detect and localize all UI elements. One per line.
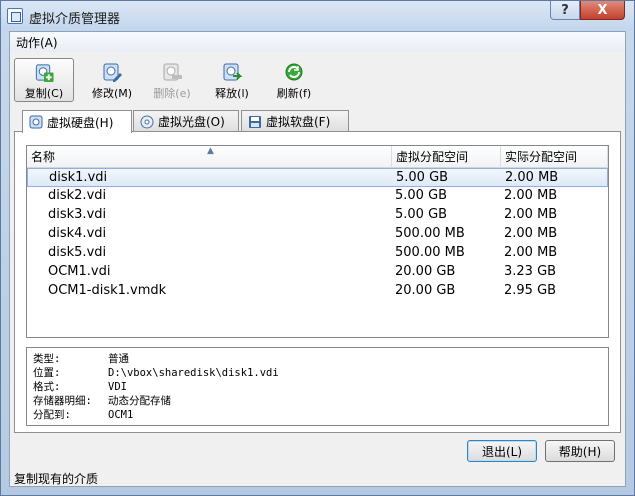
tab-floppy-disks[interactable]: 虚拟软盘(F) <box>241 110 349 132</box>
cell-virtual-size: 20.00 GB <box>395 264 456 279</box>
detail-attached-value: OCM1 <box>108 409 134 421</box>
table-row[interactable]: OCM1.vdi 20.00 GB 3.23 GB <box>27 263 608 282</box>
cell-actual-size: 3.23 GB <box>504 264 557 279</box>
modify-label: 修改(M) <box>91 87 133 100</box>
cell-virtual-size: 500.00 MB <box>395 245 465 260</box>
modify-button[interactable]: 修改(M) <box>84 58 140 102</box>
cell-virtual-size: 500.00 MB <box>395 226 465 241</box>
detail-attached-label: 分配到: <box>33 409 71 421</box>
table-row[interactable]: disk3.vdi 5.00 GB 2.00 MB <box>27 206 608 225</box>
cell-actual-size: 2.00 MB <box>504 226 558 241</box>
detail-type-label: 类型: <box>33 353 61 365</box>
release-label: 释放(l) <box>215 87 249 100</box>
release-button[interactable]: 释放(l) <box>204 58 260 102</box>
cell-name: OCM1.vdi <box>48 264 111 279</box>
cell-actual-size: 2.00 MB <box>504 245 558 260</box>
tab-floppy-disks-label: 虚拟软盘(F) <box>266 115 331 129</box>
tab-hard-disks-label: 虚拟硬盘(H) <box>47 115 114 130</box>
status-bar-text: 复制现有的介质 <box>14 472 99 486</box>
detail-format-value: VDI <box>108 381 127 393</box>
cell-actual-size: 2.00 MB <box>504 207 558 222</box>
copy-button[interactable]: 复制(C) <box>14 58 74 102</box>
details-panel: 类型: 普通 位置: D:\vbox\sharedisk\disk1.vdi 格… <box>26 347 609 426</box>
media-list[interactable]: 名称 ▲ 虚拟分配空间 实际分配空间 disk1.vdi 5.00 GB 2.00 … <box>26 145 609 338</box>
copy-disk-icon <box>35 64 54 83</box>
tab-panel: 名称 ▲ 虚拟分配空间 实际分配空间 disk1.vdi 5.00 GB 2.00 … <box>14 131 621 433</box>
toolbar: 复制(C) 修改(M) 删除(e) 释放(l) 刷新(f) <box>14 58 614 104</box>
table-row[interactable]: OCM1-disk1.vmdk 20.00 GB 2.95 GB <box>27 282 608 301</box>
tab-strip: 虚拟硬盘(H) 虚拟光盘(O) 虚拟软盘(F) <box>22 110 622 133</box>
column-header-virtual-size[interactable]: 虚拟分配空间 <box>392 146 501 168</box>
client-area: 动作(A) 复制(C) 修改(M) 删除(e) 释放(l) 刷新(f) 虚拟硬盘… <box>9 31 626 487</box>
cell-actual-size: 2.00 MB <box>504 188 558 203</box>
sort-ascending-icon: ▲ <box>207 146 214 156</box>
table-row[interactable]: disk4.vdi 500.00 MB 2.00 MB <box>27 225 608 244</box>
cell-virtual-size: 5.00 GB <box>395 188 448 203</box>
column-name-label: 名称 <box>31 150 56 164</box>
cell-actual-size: 2.95 GB <box>504 283 557 298</box>
cell-actual-size: 2.00 MB <box>505 170 559 185</box>
app-icon <box>7 8 23 24</box>
modify-disk-icon <box>103 63 122 82</box>
floppy-disk-icon <box>249 115 261 128</box>
remove-label: 删除(e) <box>153 87 191 100</box>
tab-hard-disks[interactable]: 虚拟硬盘(H) <box>22 110 132 133</box>
detail-storage-value: 动态分配存储 <box>108 395 171 407</box>
exit-button[interactable]: 退出(L) <box>467 440 537 462</box>
close-button[interactable]: X <box>580 1 625 20</box>
column-header-name[interactable]: 名称 ▲ <box>27 146 392 168</box>
cell-name: disk5.vdi <box>48 245 107 260</box>
title-bar[interactable]: 虚拟介质管理器 ? X <box>1 1 634 31</box>
hard-disk-icon <box>29 115 43 129</box>
copy-label: 复制(C) <box>24 87 64 100</box>
release-disk-icon <box>223 63 243 81</box>
table-row[interactable]: disk2.vdi 5.00 GB 2.00 MB <box>27 187 608 206</box>
optical-disk-icon <box>140 115 154 128</box>
tab-optical-disks[interactable]: 虚拟光盘(O) <box>133 110 239 132</box>
table-row[interactable]: disk1.vdi 5.00 GB 2.00 MB <box>27 168 608 187</box>
detail-storage-label: 存储器明细: <box>33 395 92 407</box>
list-header: 名称 ▲ 虚拟分配空间 实际分配空间 <box>27 146 608 168</box>
column-header-actual-size[interactable]: 实际分配空间 <box>501 146 608 168</box>
detail-format-label: 格式: <box>33 381 61 393</box>
cell-name: disk1.vdi <box>49 170 108 185</box>
menu-actions[interactable]: 动作(A) <box>16 34 58 51</box>
remove-disk-icon <box>163 63 182 81</box>
table-row[interactable]: disk5.vdi 500.00 MB 2.00 MB <box>27 244 608 263</box>
cell-name: OCM1-disk1.vmdk <box>48 283 167 298</box>
remove-button[interactable]: 删除(e) <box>142 58 202 102</box>
cell-name: disk4.vdi <box>48 226 107 241</box>
refresh-button[interactable]: 刷新(f) <box>266 58 322 102</box>
cell-virtual-size: 5.00 GB <box>395 207 448 222</box>
cell-virtual-size: 5.00 GB <box>396 170 449 185</box>
help-button[interactable]: 帮助(H) <box>545 440 615 462</box>
help-title-button[interactable]: ? <box>550 1 580 20</box>
detail-type-value: 普通 <box>108 353 129 365</box>
refresh-icon <box>285 63 303 81</box>
detail-location-value: D:\vbox\sharedisk\disk1.vdi <box>108 367 279 379</box>
detail-location-label: 位置: <box>33 367 61 379</box>
window-title: 虚拟介质管理器 <box>29 12 121 27</box>
menu-bar: 动作(A) <box>10 32 625 52</box>
refresh-label: 刷新(f) <box>276 87 312 100</box>
tab-optical-disks-label: 虚拟光盘(O) <box>158 115 225 129</box>
cell-name: disk2.vdi <box>48 188 107 203</box>
cell-name: disk3.vdi <box>48 207 107 222</box>
cell-virtual-size: 20.00 GB <box>395 283 456 298</box>
media-manager-window: 虚拟介质管理器 ? X 动作(A) 复制(C) 修改(M) 删除(e) 释放(l… <box>0 0 635 496</box>
